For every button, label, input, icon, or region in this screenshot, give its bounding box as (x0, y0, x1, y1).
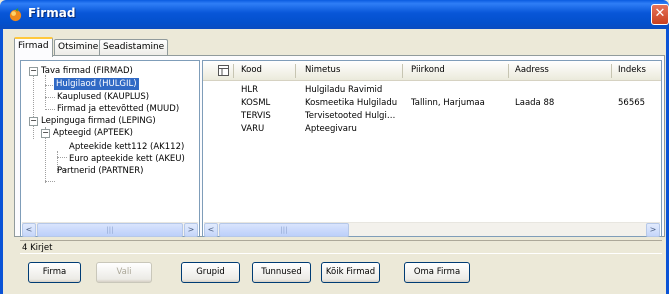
scroll-right-arrow-icon[interactable]: > (184, 223, 198, 237)
cell-nimetus[interactable]: Tervisetooted Hulgi… (305, 111, 395, 121)
tree-connector (33, 75, 34, 139)
koik-firmad-button[interactable]: Kõik Firmad (321, 262, 380, 283)
collapse-icon[interactable]: − (41, 129, 50, 138)
tree-connector (45, 109, 55, 110)
tree-node-hulgil[interactable]: Hulgilaod (HULGIL) (54, 78, 139, 90)
cell-aadress[interactable]: Laada 88 (515, 98, 554, 108)
close-icon[interactable]: ✕ (651, 4, 669, 25)
cell-kood[interactable]: VARU (241, 124, 264, 134)
category-tree[interactable]: − Tava firmad (FIRMAD) Hulgilaod (HULGIL… (20, 60, 200, 237)
tab-firmad[interactable]: Firmad (14, 37, 53, 57)
scroll-left-arrow-icon[interactable]: < (204, 223, 218, 237)
column-separator[interactable] (611, 64, 612, 78)
tree-connector (45, 181, 55, 182)
window-title: Firmad (28, 6, 76, 20)
app-icon (9, 7, 22, 22)
grupid-button[interactable]: Grupid (181, 262, 240, 283)
firmad-window: Firmad ✕ Firmad Otsimine Seadistamine − … (0, 0, 669, 294)
cell-nimetus[interactable]: Apteegivaru (305, 124, 357, 134)
tunnused-button[interactable]: Tunnused (252, 262, 311, 283)
scroll-left-arrow-icon[interactable]: < (22, 223, 36, 237)
grid-header: Kood Nimetus Piirkond Aadress Indeks (203, 61, 661, 81)
tree-node-leping[interactable]: Lepinguga firmad (LEPING) (41, 115, 156, 127)
tab-otsimine[interactable]: Otsimine (54, 39, 103, 56)
tree-connector (45, 75, 46, 107)
cell-nimetus[interactable]: Hulgiladu Ravimid (305, 85, 382, 95)
column-header-nimetus[interactable]: Nimetus (305, 65, 340, 75)
tree-node-apteek[interactable]: Apteegid (APTEEK) (53, 127, 133, 139)
column-separator[interactable] (233, 64, 234, 78)
tree-node-kauplus[interactable]: Kauplused (KAUPLUS) (57, 91, 149, 103)
scroll-thumb[interactable]: ||| (37, 223, 183, 237)
column-chooser-icon[interactable] (218, 65, 229, 76)
vali-button[interactable]: Vali (96, 262, 152, 283)
cell-piirkond[interactable]: Tallinn, Harjumaa (411, 98, 485, 108)
cell-kood[interactable]: HLR (241, 85, 258, 95)
column-separator[interactable] (508, 64, 509, 78)
tree-connector (45, 97, 55, 98)
firma-button[interactable]: Firma (28, 262, 81, 283)
tree-node-akeu[interactable]: Euro apteekide kett (AKEU) (69, 153, 185, 165)
tree-horizontal-scrollbar[interactable]: < ||| > (22, 222, 198, 237)
cell-kood[interactable]: TERVIS (241, 111, 271, 121)
tree-node-ak112[interactable]: Apteekide kett112 (AK112) (69, 141, 184, 153)
scroll-thumb[interactable]: ||| (219, 223, 349, 237)
cell-nimetus[interactable]: Kosmeetika Hulgiladu (305, 98, 397, 108)
record-count-status: 4 Kirjet (20, 240, 662, 254)
column-header-piirkond[interactable]: Piirkond (411, 65, 445, 75)
tree-node-partner[interactable]: Partnerid (PARTNER) (57, 165, 144, 177)
column-separator[interactable] (295, 64, 296, 78)
tree-node-muud[interactable]: Firmad ja ettevõtted (MUUD) (57, 103, 179, 115)
cell-kood[interactable]: KOSML (241, 98, 270, 108)
cell-indeks[interactable]: 56565 (618, 98, 645, 108)
window-border-left (0, 29, 3, 294)
scroll-right-arrow-icon[interactable]: > (646, 223, 660, 237)
column-header-kood[interactable]: Kood (241, 65, 262, 75)
collapse-icon[interactable]: − (29, 67, 38, 76)
collapse-icon[interactable]: − (29, 117, 38, 126)
tree-connector (57, 157, 67, 158)
column-header-aadress[interactable]: Aadress (515, 65, 549, 75)
tree-node-firmad[interactable]: Tava firmad (FIRMAD) (41, 65, 133, 77)
firms-grid[interactable]: Kood Nimetus Piirkond Aadress Indeks HLR… (202, 60, 662, 237)
tab-seadistamine[interactable]: Seadistamine (99, 39, 169, 56)
grid-horizontal-scrollbar[interactable]: < ||| > (204, 222, 660, 237)
title-bar[interactable]: Firmad ✕ (0, 0, 669, 29)
column-header-indeks[interactable]: Indeks (618, 65, 646, 75)
column-separator[interactable] (402, 64, 403, 78)
oma-firma-button[interactable]: Oma Firma (404, 262, 470, 283)
